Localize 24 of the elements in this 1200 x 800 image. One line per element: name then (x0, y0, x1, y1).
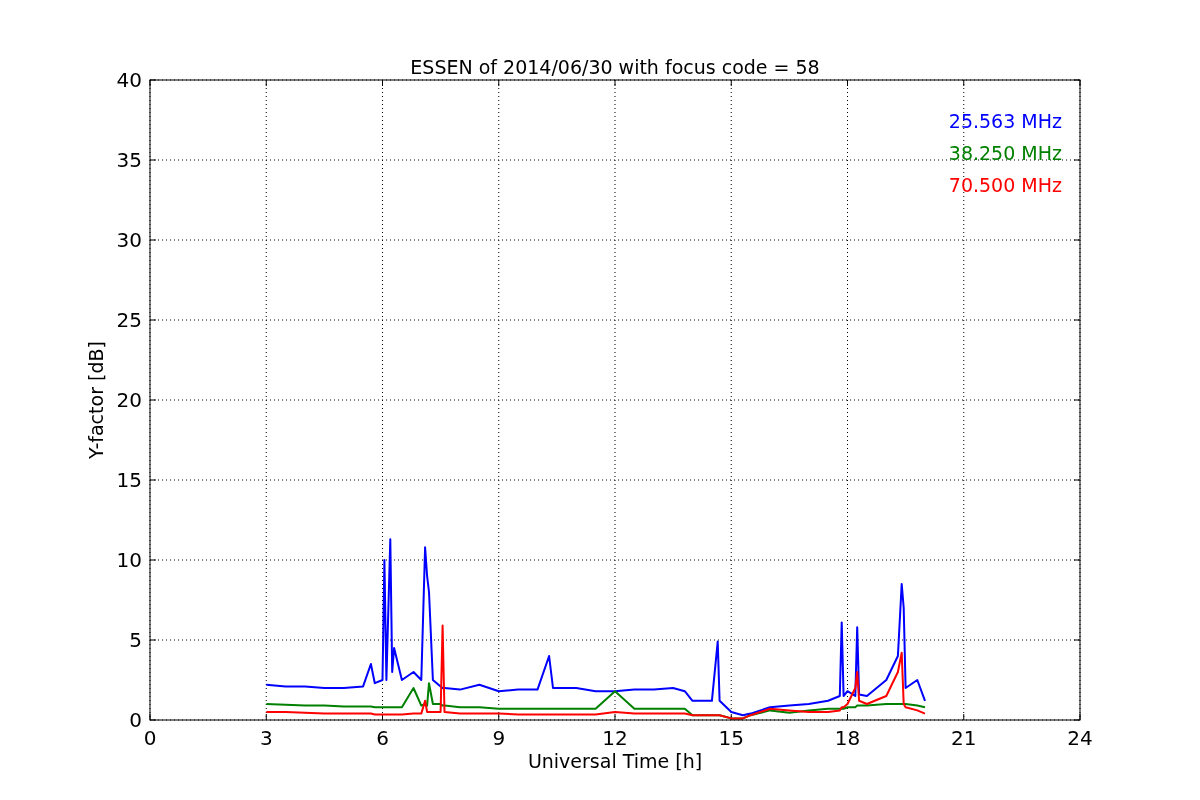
tick-label: 24 (1067, 726, 1093, 750)
tick-label: 6 (376, 726, 389, 750)
legend-label: 38.250 MHz (948, 142, 1062, 164)
tick-label: 40 (116, 68, 142, 92)
tick-label: 9 (492, 726, 506, 750)
chart-title: ESSEN of 2014/06/30 with focus code = 58 (410, 56, 820, 78)
tick-label: 15 (116, 468, 142, 492)
tick-label: 0 (129, 708, 142, 732)
legend-label: 25.563 MHz (948, 110, 1062, 132)
tick-label: 35 (116, 148, 142, 172)
tick-label: 18 (834, 726, 861, 750)
tick-label: 12 (602, 726, 628, 750)
tick-label: 0 (143, 726, 157, 750)
tick-label: 10 (116, 548, 142, 572)
axis-label: Universal Time [h] (527, 750, 703, 772)
legend-label: 70.500 MHz (948, 174, 1062, 196)
tick-label: 15 (718, 726, 744, 750)
tick-label: 3 (259, 726, 273, 750)
tick-label: 20 (116, 388, 142, 412)
axis-label: Y-factor [dB] (85, 341, 107, 459)
tick-label: 5 (129, 628, 142, 652)
tick-label: 21 (951, 726, 977, 750)
tick-label: 25 (116, 308, 142, 332)
tick-label: 30 (116, 228, 142, 252)
